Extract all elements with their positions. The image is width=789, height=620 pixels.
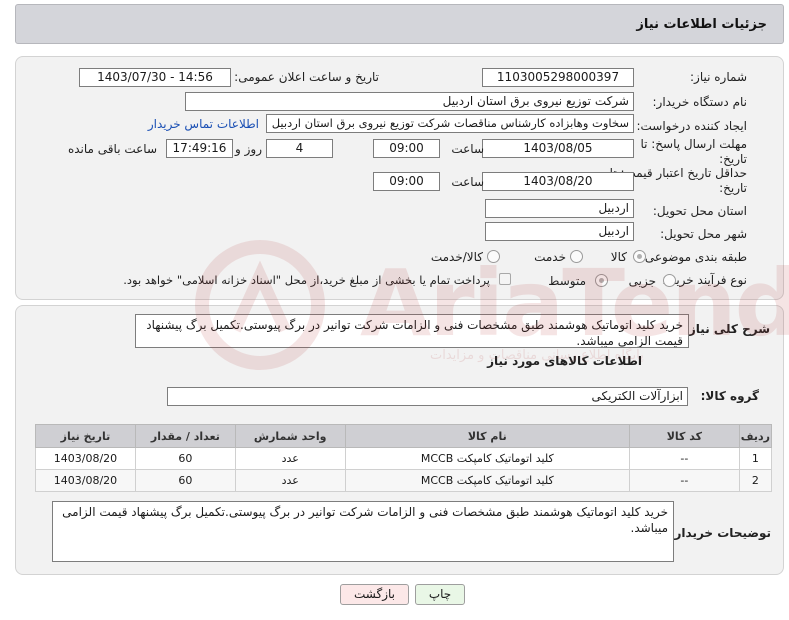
need-number-label: شماره نیاز: [690, 70, 747, 84]
category-goods-label: کالا [610, 250, 627, 264]
validity-label-date: تاریخ: [719, 181, 747, 195]
remaining-time-field: 17:49:16 [166, 139, 233, 158]
buyer-notes-label: توضیحات خریدار: [669, 526, 771, 540]
province-label: استان محل تحویل: [652, 204, 747, 218]
remaining-days-field: 4 [266, 139, 333, 158]
process-medium-radio[interactable] [595, 274, 608, 287]
city-label: شهر محل تحویل: [660, 227, 747, 241]
cell-item-code: -- [629, 469, 740, 492]
process-minor-radio[interactable] [663, 274, 676, 287]
treasury-payment-checkbox[interactable] [499, 273, 511, 285]
category-service-radio[interactable] [570, 250, 583, 263]
back-button[interactable]: بازگشت [340, 584, 409, 605]
category-service-label: خدمت [534, 250, 566, 264]
deadline-time-field: 09:00 [373, 139, 440, 158]
category-both-label: کالا/خدمت [430, 250, 483, 264]
cell-need-date: 1403/08/20 [35, 447, 136, 470]
days-label: روز و [235, 142, 262, 156]
col-unit: واحد شمارش [234, 424, 346, 448]
col-item-name: نام کالا [344, 424, 631, 448]
goods-group-field: ابزارآلات الکتریکی [167, 387, 688, 406]
cell-item-name: کلید اتوماتیک کامپکت MCCB [344, 447, 631, 470]
cell-quantity: 60 [134, 447, 236, 470]
validity-time-label: ساعت [451, 175, 484, 189]
general-description-label: شرح کلی نیاز: [684, 322, 770, 336]
deadline-label-date: تاریخ: [719, 152, 747, 166]
general-description-field: خرید کلید اتوماتیک هوشمند طبق مشخصات فنی… [135, 314, 689, 348]
announce-datetime-label: تاریخ و ساعت اعلان عمومی: [234, 70, 379, 84]
remaining-time-label: ساعت باقی مانده [67, 142, 157, 156]
validity-time-field: 09:00 [373, 172, 440, 191]
deadline-label: مهلت ارسال پاسخ: تا [640, 137, 747, 151]
requester-field: سخاوت وهابزاده کارشناس مناقصات شرکت توزی… [266, 114, 634, 133]
goods-info-title: اطلاعات کالاهای مورد نیاز [487, 354, 642, 368]
page-title: جزئیات اطلاعات نیاز [636, 17, 767, 32]
col-quantity: تعداد / مقدار [134, 424, 236, 448]
cell-unit: عدد [234, 447, 346, 470]
goods-table: ردیف کد کالا نام کالا واحد شمارش تعداد /… [35, 424, 773, 492]
table-row: 1 -- کلید اتوماتیک کامپکت MCCB عدد 60 14… [35, 447, 773, 470]
cell-unit: عدد [234, 469, 346, 492]
category-label: طبقه بندی موضوعی: [640, 250, 747, 264]
buyer-notes-field: خرید کلید اتوماتیک هوشمند طبق مشخصات فنی… [52, 501, 674, 562]
treasury-payment-note: پرداخت تمام یا بخشی از مبلغ خرید،از محل … [123, 273, 490, 287]
requester-label: ایجاد کننده درخواست: [636, 119, 747, 133]
table-row: 2 -- کلید اتوماتیک کامپکت MCCB عدد 60 14… [35, 469, 773, 492]
deadline-time-label: ساعت [451, 142, 484, 156]
goods-group-label: گروه کالا: [700, 389, 759, 403]
process-medium-label: متوسط [548, 274, 586, 288]
page-header: جزئیات اطلاعات نیاز [15, 4, 784, 44]
process-minor-label: جزیی [628, 274, 656, 288]
deadline-date-field: 1403/08/05 [482, 139, 634, 158]
col-item-code: کد کالا [629, 424, 740, 448]
print-button[interactable]: چاپ [415, 584, 465, 605]
cell-row-number: 1 [738, 447, 773, 470]
need-number-field: 1103005298000397 [482, 68, 634, 87]
category-goods-radio[interactable] [633, 250, 646, 263]
cell-row-number: 2 [738, 469, 773, 492]
validity-date-field: 1403/08/20 [482, 172, 634, 191]
category-both-radio[interactable] [487, 250, 500, 263]
buyer-org-label: نام دستگاه خریدار: [652, 95, 748, 109]
cell-need-date: 1403/08/20 [35, 469, 136, 492]
buyer-contact-link[interactable]: اطلاعات تماس خریدار [148, 117, 259, 131]
col-need-date: تاریخ نیاز [35, 424, 136, 448]
announce-datetime-field: 1403/07/30 - 14:56 [79, 68, 231, 87]
province-field: اردبیل [485, 199, 634, 218]
col-row-number: ردیف [738, 424, 773, 448]
cell-item-code: -- [629, 447, 740, 470]
city-field: اردبیل [485, 222, 634, 241]
table-header-row: ردیف کد کالا نام کالا واحد شمارش تعداد /… [35, 424, 773, 448]
cell-quantity: 60 [134, 469, 236, 492]
buyer-org-field: شرکت توزیع نیروی برق استان اردبیل [185, 92, 634, 111]
cell-item-name: کلید اتوماتیک کامپکت MCCB [344, 469, 631, 492]
